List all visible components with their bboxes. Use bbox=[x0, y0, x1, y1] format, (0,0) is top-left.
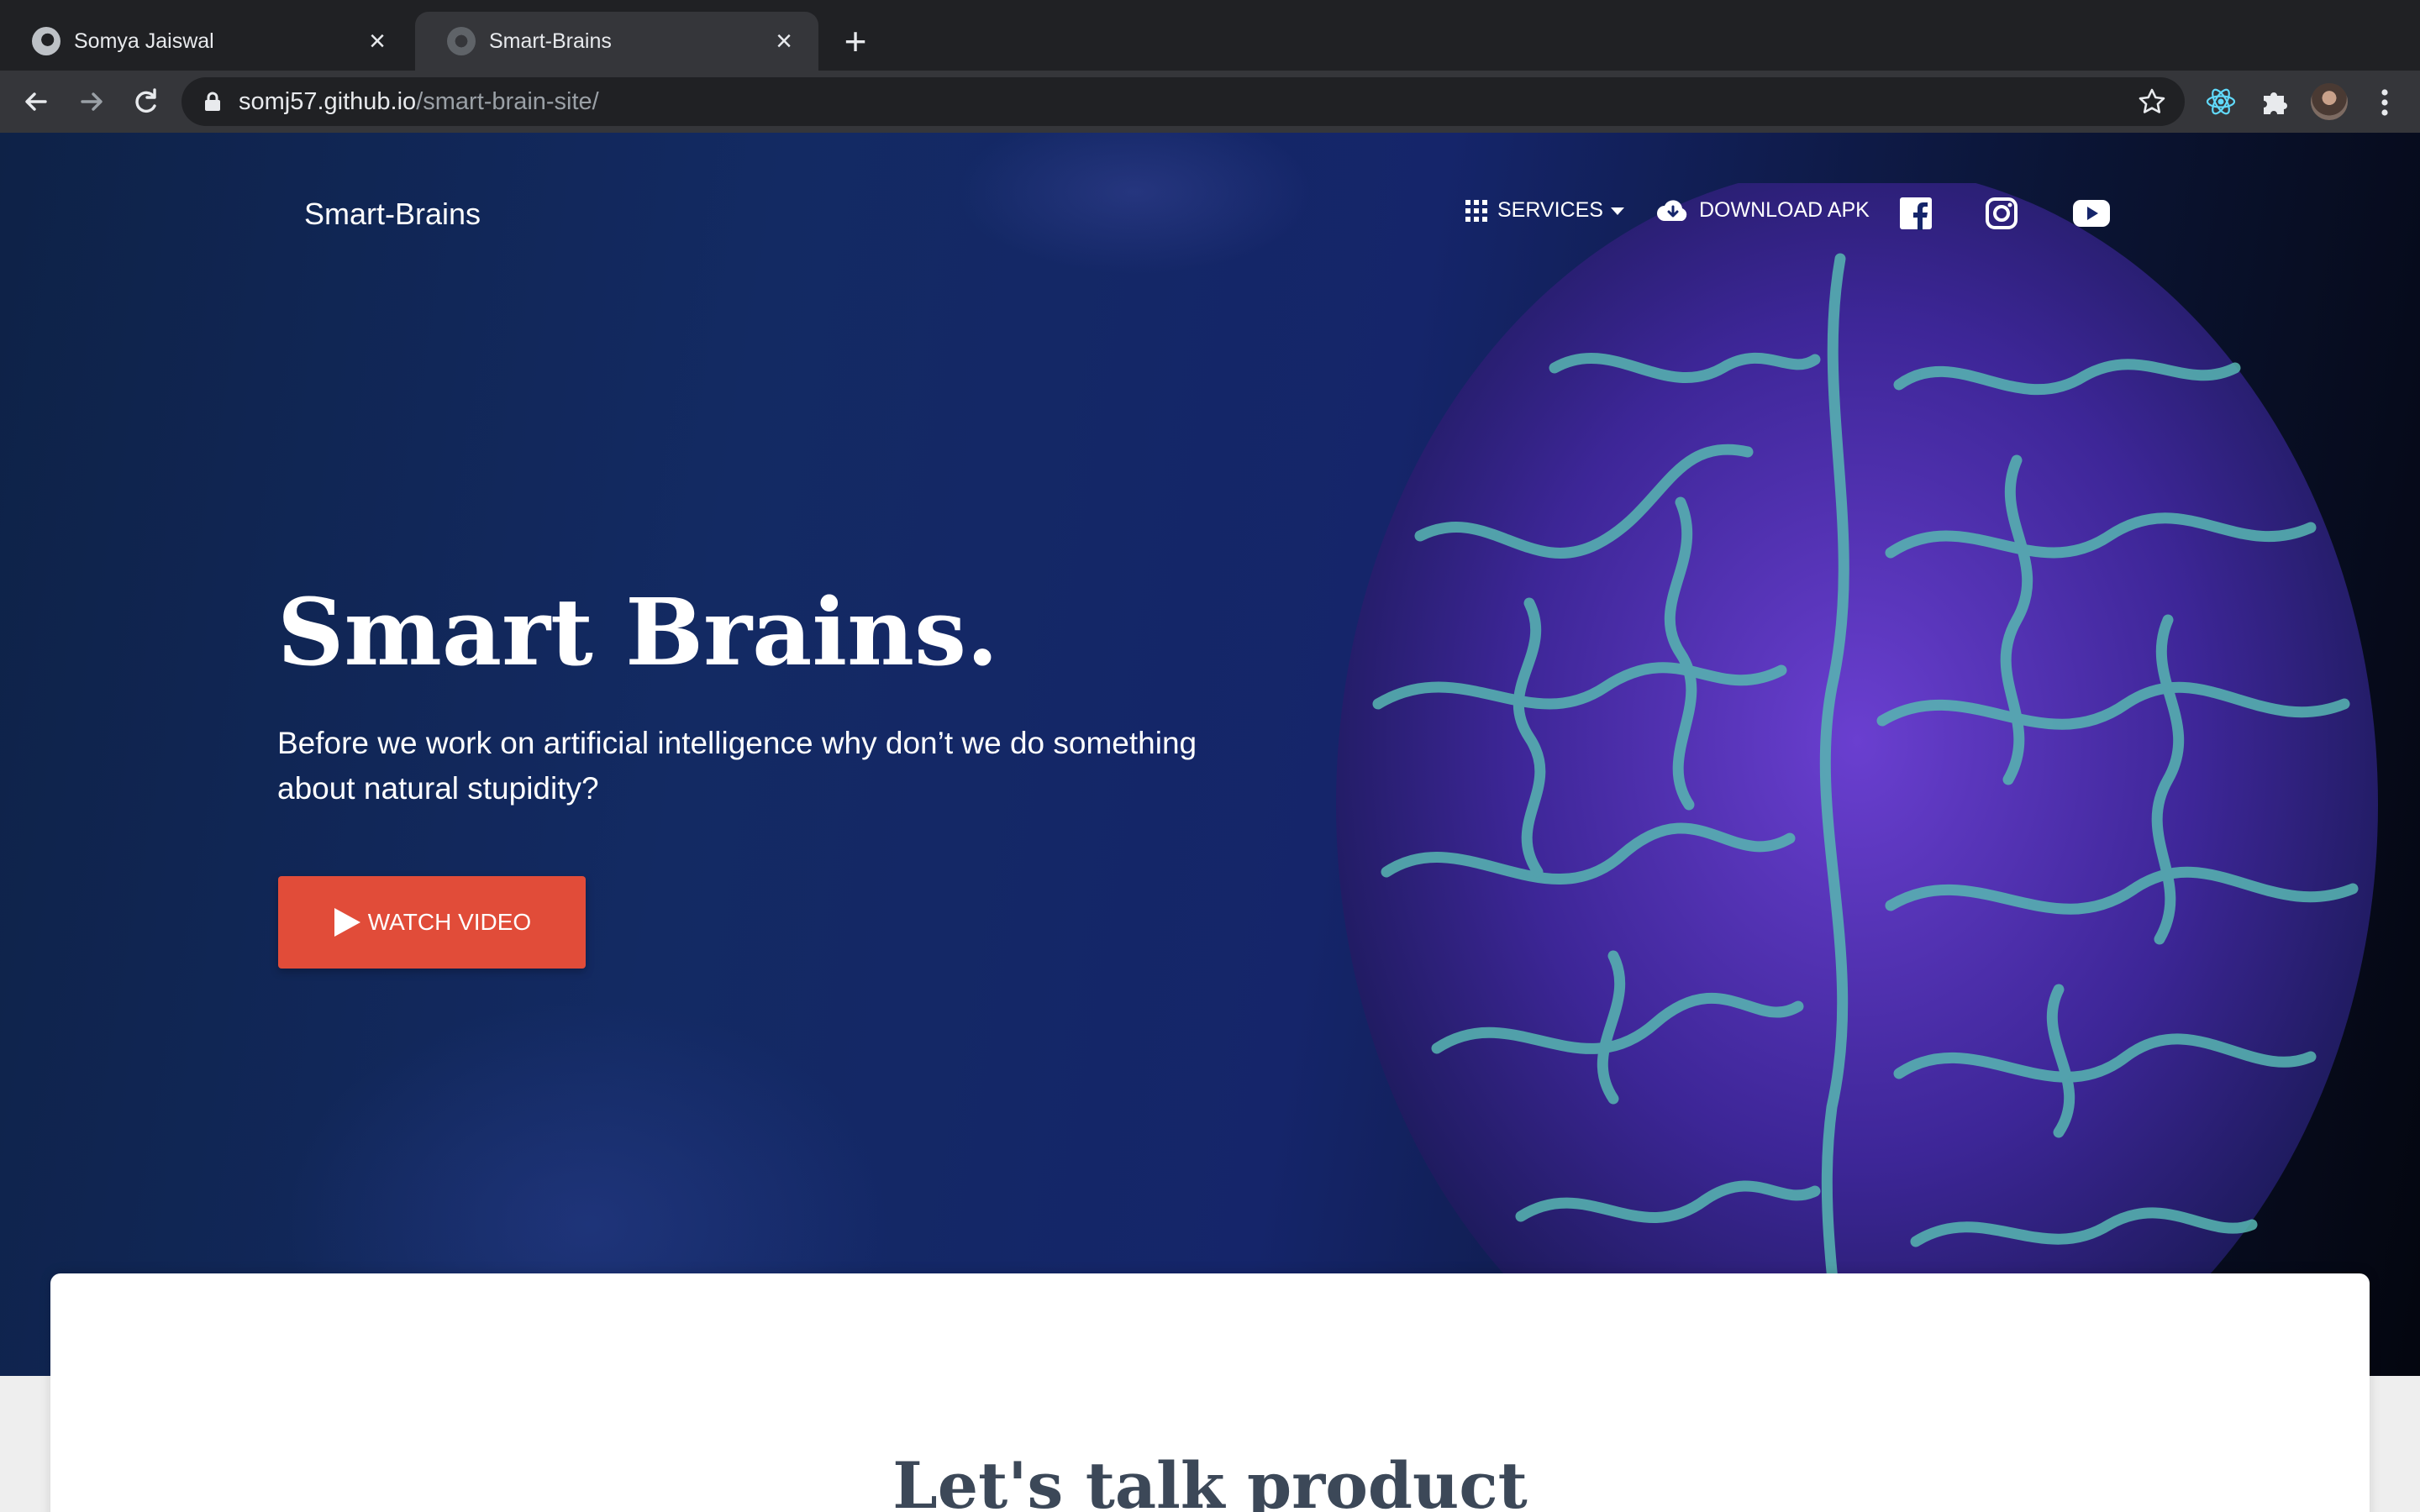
puzzle-extension-icon[interactable] bbox=[2257, 84, 2292, 119]
close-tab-icon[interactable]: × bbox=[770, 27, 798, 55]
download-apk-label: DOWNLOAD APK bbox=[1699, 198, 1870, 222]
url-text: somj57.github.io/smart-brain-site/ bbox=[239, 88, 599, 116]
youtube-icon[interactable] bbox=[2072, 197, 2111, 230]
caret-down-icon bbox=[1610, 207, 1624, 215]
hero-text: Before we work on artificial intelligenc… bbox=[277, 726, 1197, 806]
close-tab-icon[interactable]: × bbox=[363, 27, 392, 55]
download-apk-link[interactable]: DOWNLOAD APK bbox=[1657, 198, 1870, 223]
play-icon bbox=[334, 908, 360, 937]
cloud-download-icon bbox=[1657, 199, 1687, 221]
watch-video-label: WATCH VIDEO bbox=[367, 909, 532, 935]
url-path: /smart-brain-site/ bbox=[416, 88, 599, 115]
menu-dots-icon[interactable] bbox=[2370, 86, 2400, 119]
site-brand[interactable]: Smart-Brains bbox=[304, 197, 481, 232]
forward-icon bbox=[81, 92, 103, 111]
reload-icon bbox=[135, 88, 156, 113]
tab-title: Somya Jaiswal bbox=[74, 29, 214, 53]
tab-strip: Somya Jaiswal × Smart-Brains × + bbox=[0, 0, 2420, 71]
github-favicon-icon bbox=[32, 27, 60, 55]
bookmark-star-icon[interactable] bbox=[2136, 86, 2168, 118]
hero-title: Smart Brains. bbox=[277, 578, 999, 686]
tab-title: Smart-Brains bbox=[489, 29, 612, 53]
product-section-card: Let's talk product bbox=[50, 1273, 2370, 1512]
back-icon bbox=[25, 92, 47, 111]
back-button[interactable] bbox=[17, 82, 55, 121]
react-extension-icon[interactable] bbox=[2203, 84, 2238, 119]
forward-button[interactable] bbox=[72, 82, 111, 121]
lock-icon[interactable] bbox=[203, 92, 222, 112]
url-host: somj57.github.io bbox=[239, 88, 417, 115]
tab-somya-jaiswal[interactable]: Somya Jaiswal × bbox=[0, 12, 412, 71]
new-tab-button[interactable]: + bbox=[839, 22, 872, 60]
apps-grid-icon bbox=[1465, 199, 1487, 222]
watch-video-button[interactable]: WATCH VIDEO bbox=[278, 876, 586, 969]
section-title: Let's talk product bbox=[892, 1448, 1528, 1512]
facebook-icon[interactable] bbox=[1899, 197, 1933, 230]
browser-toolbar: somj57.github.io/smart-brain-site/ bbox=[0, 71, 2420, 133]
site-favicon-icon bbox=[447, 27, 476, 55]
instagram-icon[interactable] bbox=[1985, 197, 2018, 230]
profile-avatar[interactable] bbox=[2311, 83, 2348, 120]
hero-section: Smart-Brains SERVICES DOWNLOAD APK Smart… bbox=[0, 133, 2420, 1376]
reload-button[interactable] bbox=[126, 82, 165, 121]
services-menu[interactable]: SERVICES bbox=[1465, 198, 1635, 223]
tab-smart-brains[interactable]: Smart-Brains × bbox=[415, 12, 818, 71]
brain-image bbox=[1336, 183, 2378, 1376]
services-label: SERVICES bbox=[1497, 198, 1603, 222]
address-bar[interactable]: somj57.github.io/smart-brain-site/ bbox=[182, 77, 2185, 126]
